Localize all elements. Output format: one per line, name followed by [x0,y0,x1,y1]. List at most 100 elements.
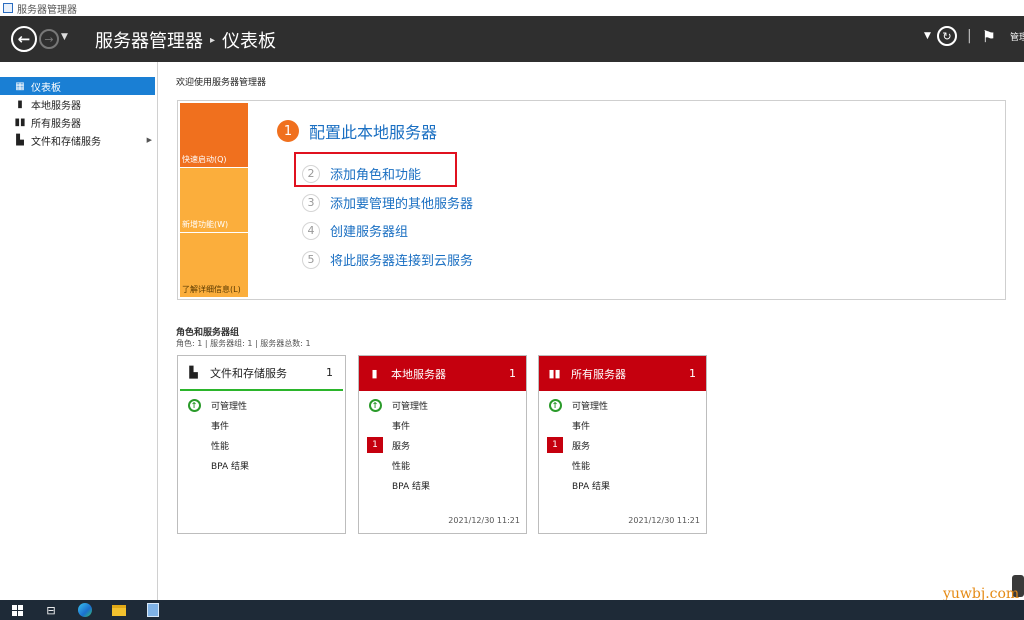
main-content: 欢迎使用服务器管理器 快速启动(Q) 新增功能(W) 了解详细信息(L) 1 配… [158,62,1024,600]
notifications-flag-icon[interactable]: ⚑ [982,27,996,46]
card-title: 文件和存储服务 [210,366,287,380]
row-label: 服务 [392,441,411,452]
sidebar-item-all-servers[interactable]: ▮▮ 所有服务器 [0,113,157,131]
sidebar-item-dashboard[interactable]: ▦ 仪表板 [0,77,155,95]
tile-label: 了解详细信息(L) [182,285,241,294]
sidebar-item-label: 本地服务器 [31,100,81,112]
card-row-bpa[interactable]: BPA 结果 [178,455,345,475]
card-row-services[interactable]: 1 服务 [359,435,526,455]
storage-icon: ▙ [16,134,24,146]
card-row-bpa[interactable]: BPA 结果 [539,475,706,495]
step-link[interactable]: 添加要管理的其他服务器 [330,193,473,212]
alert-count-badge: 1 [547,437,563,453]
task-view-icon[interactable]: ⊟ [34,600,68,620]
server-manager-app-icon [3,3,13,13]
tile-learn-more[interactable]: 了解详细信息(L) [180,233,248,297]
red-highlight-box [294,152,457,187]
step-configure-local-server[interactable]: 1 配置此本地服务器 [277,119,437,143]
row-label: 事件 [392,421,411,432]
role-card-local-server[interactable]: ▮ 本地服务器 1 ↑ 可管理性 事件 1 服务 性能 BPA 结果 2021/12… [358,355,527,534]
window-title: 服务器管理器 [17,4,77,16]
dashboard-icon: ▦ [15,80,25,92]
divider: | [966,28,972,44]
ok-arrow-icon: ↑ [548,398,562,412]
step-link[interactable]: 配置此本地服务器 [309,119,437,143]
card-header[interactable]: ▮▮ 所有服务器 1 [539,356,706,391]
refresh-dropdown-icon[interactable]: ▼ [924,31,931,41]
manage-menu[interactable]: 管理 [1010,30,1024,43]
card-header[interactable]: ▮ 本地服务器 1 [359,356,526,391]
forward-button[interactable]: → [39,29,59,49]
ok-arrow-icon: ↑ [368,398,382,412]
role-card-all-servers[interactable]: ▮▮ 所有服务器 1 ↑ 可管理性 事件 1 服务 性能 BPA 结果 2021/1… [538,355,707,534]
back-button[interactable]: ← [11,26,37,52]
row-label: 可管理性 [572,401,609,412]
card-timestamp: 2021/12/30 11:21 [448,516,520,525]
row-label: 可管理性 [392,401,429,412]
card-row-services[interactable]: 1 服务 [539,435,706,455]
card-title: 所有服务器 [571,367,626,381]
tile-whats-new[interactable]: 新增功能(W) [180,168,248,232]
card-row-performance[interactable]: 性能 [539,455,706,475]
server-icon: ▮ [17,98,23,110]
sidebar-item-local-server[interactable]: ▮ 本地服务器 [0,95,157,113]
sidebar-item-file-storage[interactable]: ▙ 文件和存储服务 ▶ [0,131,157,149]
row-label: 可管理性 [211,401,248,412]
breadcrumb-current: 仪表板 [222,31,277,52]
row-label: 性能 [392,461,411,472]
card-row-bpa[interactable]: BPA 结果 [359,475,526,495]
role-card-file-storage[interactable]: ▙ 文件和存储服务 1 ↑ 可管理性 事件 性能 BPA 结果 [177,355,346,534]
start-icon[interactable] [0,600,34,620]
row-label: BPA 结果 [211,461,250,472]
server-manager-icon[interactable] [136,600,170,620]
step-add-other-servers[interactable]: 3 添加要管理的其他服务器 [302,193,473,212]
step-number: 3 [302,193,320,212]
breadcrumb: 服务器管理器 ▸ 仪表板 [95,27,276,53]
card-row-performance[interactable]: 性能 [359,455,526,475]
refresh-button[interactable]: ↻ [936,26,957,46]
card-row-manageability[interactable]: ↑ 可管理性 [539,395,706,415]
alert-count-badge: 1 [367,437,383,453]
step-link[interactable]: 创建服务器组 [330,221,408,240]
row-label: 服务 [572,441,591,452]
card-row-events[interactable]: 事件 [539,415,706,435]
roles-summary: 角色: 1 | 服务器组: 1 | 服务器总数: 1 [176,339,311,348]
card-timestamp: 2021/12/30 11:21 [628,516,700,525]
card-count: 1 [509,367,516,380]
card-title: 本地服务器 [391,367,446,381]
step-number: 5 [302,250,320,269]
card-row-events[interactable]: 事件 [359,415,526,435]
sidebar-item-label: 文件和存储服务 [31,136,101,148]
sidebar-item-label: 仪表板 [31,82,61,94]
row-label: 性能 [572,461,591,472]
row-label: BPA 结果 [392,481,431,492]
chevron-right-icon[interactable]: ▶ [147,136,152,144]
row-label: 事件 [572,421,591,432]
step-create-server-group[interactable]: 4 创建服务器组 [302,221,408,240]
row-label: BPA 结果 [572,481,611,492]
card-header[interactable]: ▙ 文件和存储服务 1 [180,356,343,391]
card-row-manageability[interactable]: ↑ 可管理性 [359,395,526,415]
card-row-manageability[interactable]: ↑ 可管理性 [178,395,345,415]
file-explorer-icon[interactable] [102,600,136,620]
step-link[interactable]: 将此服务器连接到云服务 [330,250,473,269]
breadcrumb-separator: ▸ [210,34,216,46]
header-bar: ← → ▼ 服务器管理器 ▸ 仪表板 ▼ ↻ | ⚑ 管理 [0,16,1024,62]
roles-section-title: 角色和服务器组 [176,328,240,338]
step-connect-cloud[interactable]: 5 将此服务器连接到云服务 [302,250,473,269]
row-label: 性能 [211,441,230,452]
quick-start-panel: 快速启动(Q) 新增功能(W) 了解详细信息(L) 1 配置此本地服务器 2 添… [177,100,1006,300]
breadcrumb-root[interactable]: 服务器管理器 [95,27,203,53]
card-count: 1 [689,367,696,380]
refresh-icon: ↻ [942,29,952,43]
history-dropdown-icon[interactable]: ▼ [61,32,68,42]
card-row-performance[interactable]: 性能 [178,435,345,455]
welcome-heading: 欢迎使用服务器管理器 [176,78,267,88]
card-count: 1 [326,366,333,379]
card-row-events[interactable]: 事件 [178,415,345,435]
edge-icon[interactable] [68,600,102,620]
tile-quick-start[interactable]: 快速启动(Q) [180,103,248,167]
taskbar: ⊟ [0,600,1024,620]
step-number: 1 [277,120,299,142]
window-titlebar: 服务器管理器 [0,0,1024,16]
